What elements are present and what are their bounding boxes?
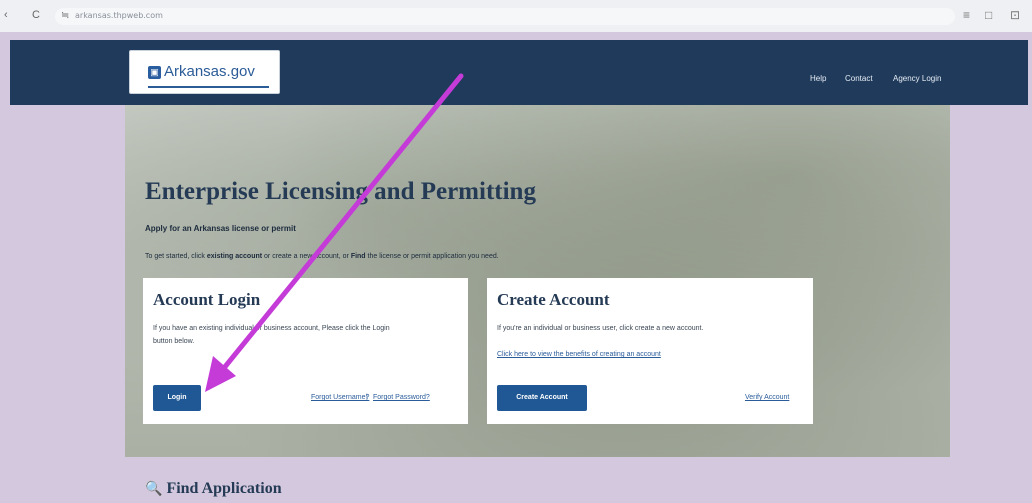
- annotation-arrow: [205, 73, 464, 392]
- annotation-arrow-shaft: [221, 73, 464, 371]
